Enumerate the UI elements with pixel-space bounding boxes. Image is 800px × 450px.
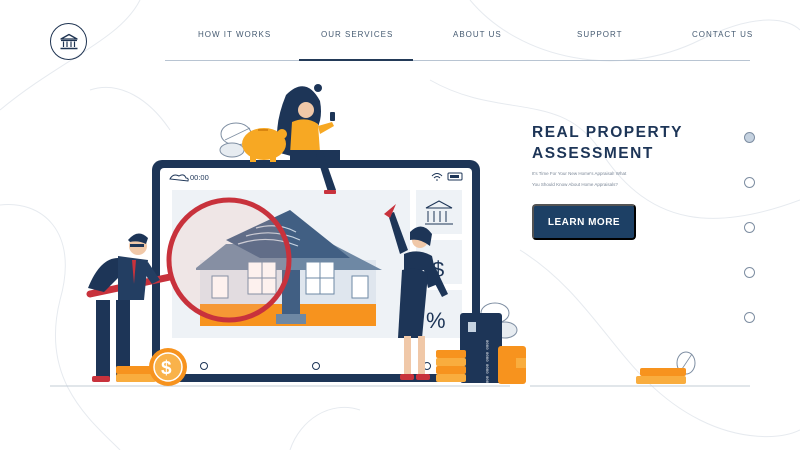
percent-symbol: % bbox=[426, 308, 446, 333]
dollar-coin-icon: $ bbox=[149, 348, 187, 386]
man-figure bbox=[88, 233, 160, 382]
hero-illustration: 00:00 $ % $ 0000 0000 0000 0000 bbox=[50, 84, 750, 387]
coin-dollar-symbol: $ bbox=[161, 358, 172, 379]
coins-stack-right bbox=[636, 368, 686, 384]
device-time: 00:00 bbox=[190, 173, 209, 182]
piggy-bank-icon bbox=[242, 128, 287, 162]
coins-stack-center bbox=[436, 350, 466, 382]
credit-card-icon: 0000 0000 0000 0000 bbox=[460, 313, 502, 386]
wallet-icon bbox=[498, 346, 526, 384]
card-number: 0000 0000 0000 0000 bbox=[484, 340, 488, 386]
